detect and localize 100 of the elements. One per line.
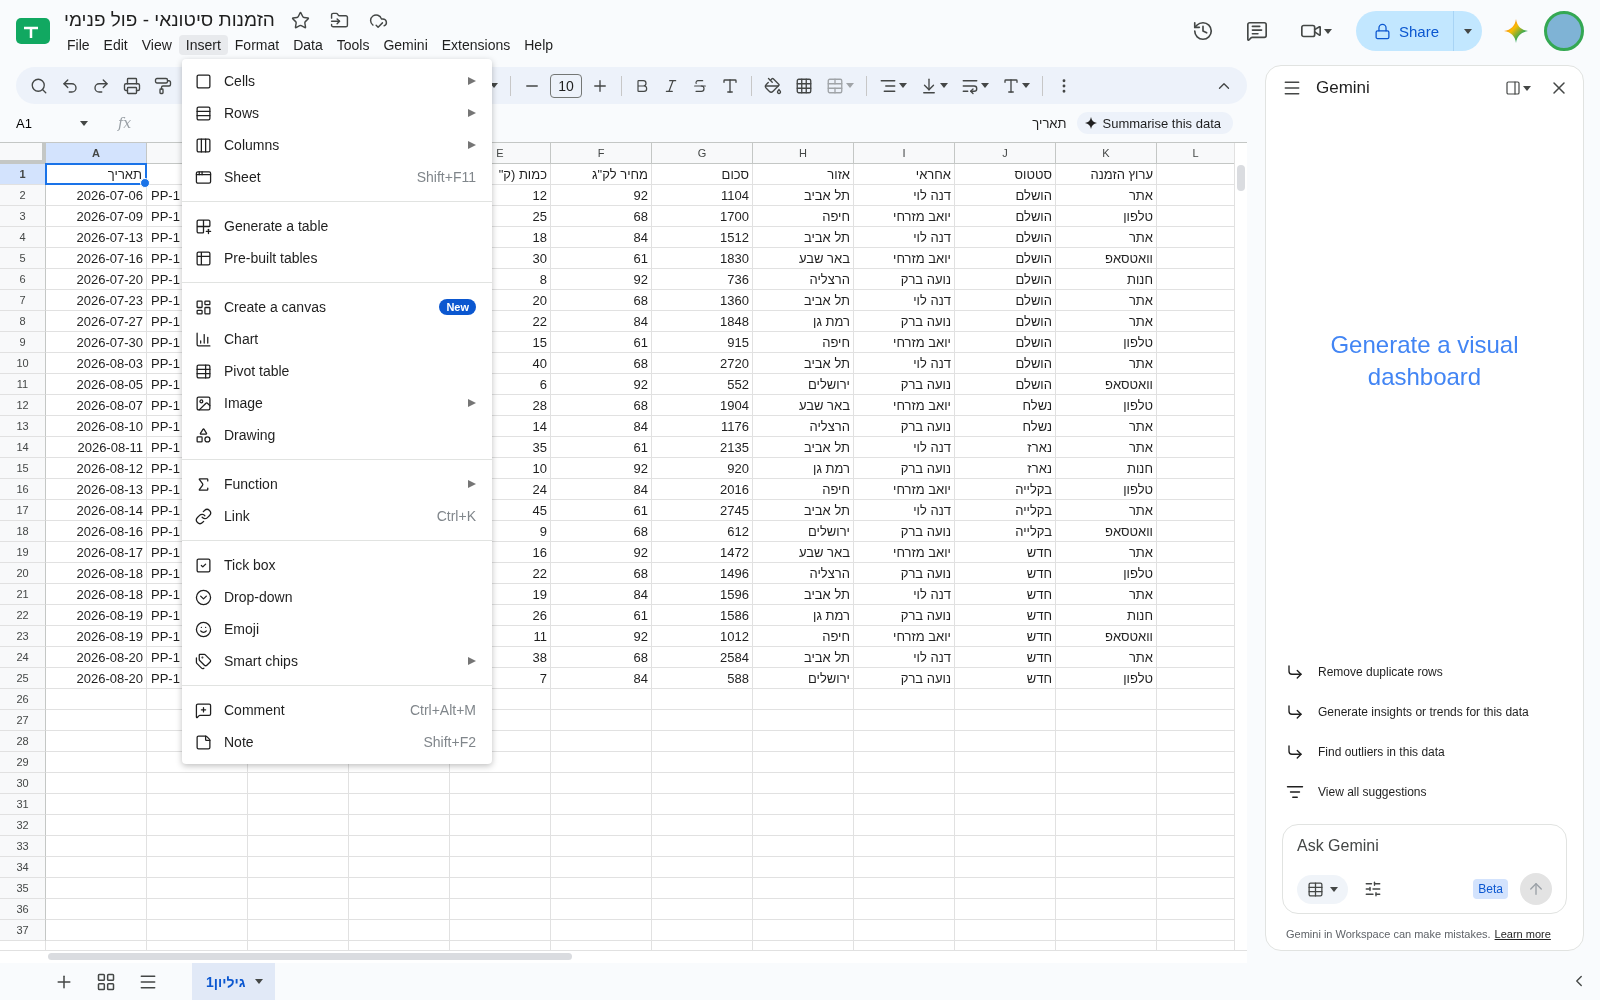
row-header[interactable]: 22: [0, 605, 46, 626]
row-header[interactable]: 32: [0, 815, 46, 836]
row-header[interactable]: 8: [0, 311, 46, 332]
row-header[interactable]: 26: [0, 689, 46, 710]
row-header[interactable]: 9: [0, 332, 46, 353]
column-header[interactable]: I: [854, 143, 955, 164]
row-header[interactable]: 7: [0, 290, 46, 311]
suggestion-item[interactable]: Find outliers in this data: [1266, 732, 1583, 772]
formula-content[interactable]: תאריך: [1032, 115, 1067, 131]
sheets-logo-icon[interactable]: [16, 16, 50, 46]
menu-item[interactable]: Create a canvas New: [182, 291, 492, 323]
comment-icon[interactable]: [1245, 20, 1268, 42]
sheet-tab[interactable]: גיליון1: [192, 963, 276, 1000]
borders-icon[interactable]: [795, 76, 813, 95]
menu-item[interactable]: Function: [182, 468, 492, 500]
row-header[interactable]: 15: [0, 458, 46, 479]
row-header[interactable]: 12: [0, 395, 46, 416]
row-header[interactable]: 1: [0, 164, 46, 185]
row-header[interactable]: 21: [0, 584, 46, 605]
menu-item[interactable]: Tick box: [182, 549, 492, 581]
sparkle-icon[interactable]: [1504, 19, 1528, 43]
row-header[interactable]: 13: [0, 416, 46, 437]
row-header[interactable]: 37: [0, 920, 46, 941]
row-header[interactable]: 17: [0, 500, 46, 521]
column-header[interactable]: J: [955, 143, 1056, 164]
menu-item[interactable]: Cells: [182, 65, 492, 97]
row-header[interactable]: 14: [0, 437, 46, 458]
paint-roller-icon[interactable]: [154, 76, 172, 95]
search-icon[interactable]: [30, 76, 48, 95]
menu-item[interactable]: Drawing: [182, 419, 492, 451]
menu-item[interactable]: Generate a table: [182, 210, 492, 242]
row-header[interactable]: 5: [0, 248, 46, 269]
table-select-button[interactable]: [1297, 874, 1348, 904]
font-size-field[interactable]: 10: [550, 73, 582, 98]
bold-icon[interactable]: [634, 77, 650, 94]
row-header[interactable]: 31: [0, 794, 46, 815]
scrollbar[interactable]: [1237, 165, 1245, 191]
fill-handle[interactable]: [140, 178, 150, 188]
text-color-icon[interactable]: [721, 76, 739, 95]
summarise-chip[interactable]: Summarise this data: [1076, 112, 1233, 134]
scrollbar[interactable]: [48, 953, 572, 960]
star-icon[interactable]: [290, 10, 310, 30]
row-header[interactable]: 24: [0, 647, 46, 668]
menu-item[interactable]: Link Ctrl+K: [182, 500, 492, 532]
print-icon[interactable]: [123, 76, 141, 95]
row-header[interactable]: 27: [0, 710, 46, 731]
menu-item[interactable]: File: [60, 35, 97, 55]
row-header[interactable]: 4: [0, 227, 46, 248]
menu-item[interactable]: Note Shift+F2: [182, 726, 492, 758]
italic-icon[interactable]: [663, 77, 679, 94]
row-header[interactable]: 18: [0, 521, 46, 542]
column-header[interactable]: G: [652, 143, 753, 164]
menu-item[interactable]: Pivot table: [182, 355, 492, 387]
name-box[interactable]: A1: [12, 115, 108, 131]
document-title[interactable]: הזמנות סיטונאי - פול פנימי: [64, 9, 275, 31]
menu-item[interactable]: Chart: [182, 323, 492, 355]
undo-icon[interactable]: [61, 76, 79, 95]
row-header[interactable]: 11: [0, 374, 46, 395]
column-header[interactable]: K: [1056, 143, 1157, 164]
row-header[interactable]: 19: [0, 542, 46, 563]
row-header[interactable]: 6: [0, 269, 46, 290]
row-header[interactable]: 28: [0, 731, 46, 752]
menu-item[interactable]: Help: [517, 35, 561, 55]
redo-icon[interactable]: [92, 76, 110, 95]
menu-item[interactable]: Emoji: [182, 613, 492, 645]
menu-item[interactable]: Insert: [178, 35, 228, 55]
menu-item[interactable]: Data: [286, 35, 330, 55]
account-avatar[interactable]: [1544, 11, 1584, 51]
grid-icon[interactable]: [96, 971, 116, 992]
fill-color-icon[interactable]: [764, 76, 782, 95]
row-header[interactable]: 30: [0, 773, 46, 794]
menu-item[interactable]: Image: [182, 387, 492, 419]
menu-item[interactable]: Pre-built tables: [182, 242, 492, 274]
suggestion-item[interactable]: View all suggestions: [1266, 772, 1583, 812]
menu-icon[interactable]: [1282, 78, 1302, 98]
menu-item[interactable]: Format: [227, 35, 287, 55]
row-header[interactable]: 34: [0, 857, 46, 878]
corner-cell[interactable]: [0, 143, 46, 164]
ask-field[interactable]: Ask Gemini: [1297, 837, 1552, 855]
menu-item[interactable]: Smart chips: [182, 645, 492, 677]
suggestion-item[interactable]: Generate insights or trends for this data: [1266, 692, 1583, 732]
menu-item[interactable]: Sheet Shift+F11: [182, 161, 492, 193]
learn-more-link[interactable]: Learn more: [1494, 928, 1551, 940]
column-header[interactable]: L: [1157, 143, 1234, 164]
folder-icon[interactable]: [329, 10, 349, 30]
row-header[interactable]: 2: [0, 185, 46, 206]
menu-item[interactable]: Comment Ctrl+Alt+M: [182, 694, 492, 726]
menu-item[interactable]: Rows: [182, 97, 492, 129]
row-header[interactable]: 3: [0, 206, 46, 227]
row-header[interactable]: 35: [0, 878, 46, 899]
row-header[interactable]: 36: [0, 899, 46, 920]
row-header[interactable]: 25: [0, 668, 46, 689]
menu-item[interactable]: Edit: [96, 35, 135, 55]
column-header[interactable]: F: [551, 143, 652, 164]
column-header[interactable]: H: [753, 143, 854, 164]
row-header[interactable]: 20: [0, 563, 46, 584]
menu-item[interactable]: Tools: [329, 35, 377, 55]
history-icon[interactable]: [1191, 20, 1214, 42]
row-header[interactable]: 23: [0, 626, 46, 647]
row-header[interactable]: 29: [0, 752, 46, 773]
